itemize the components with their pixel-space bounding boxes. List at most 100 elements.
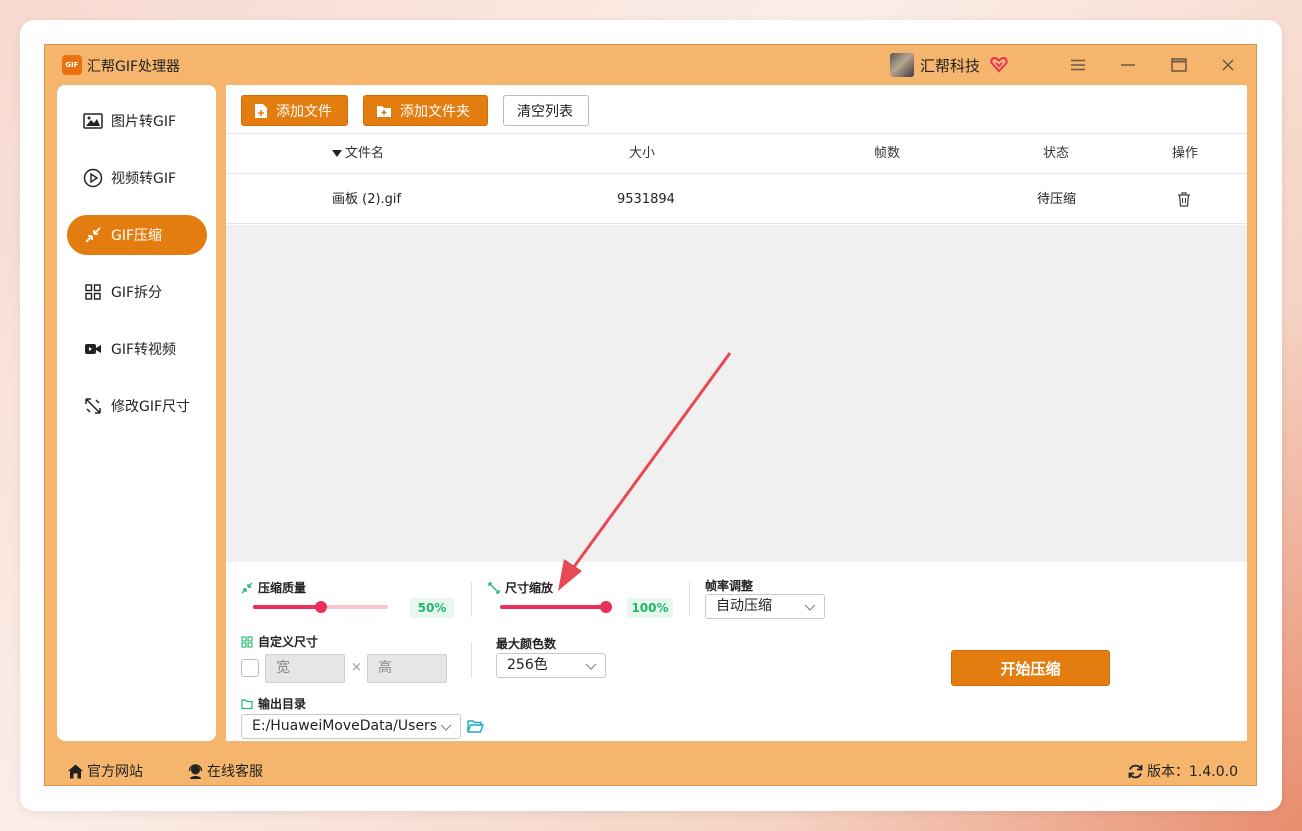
column-header-status[interactable]: 状态 — [1043, 134, 1069, 174]
chevron-down-icon — [585, 663, 597, 670]
support-headset-icon — [188, 763, 203, 779]
sidebar-item-label: GIF压缩 — [111, 228, 163, 244]
sidebar-item-label: 修改GIF尺寸 — [111, 399, 191, 415]
hamburger-icon — [1071, 59, 1085, 71]
quality-slider-handle[interactable] — [314, 601, 327, 613]
online-support-link[interactable]: 在线客服 — [187, 761, 263, 781]
clear-list-button[interactable]: 清空列表 — [503, 95, 589, 126]
output-path: E:/HuaweiMoveData/Users — [252, 718, 438, 734]
table-row[interactable]: 画板 (2).gif 9531894 待压缩 — [226, 175, 1247, 224]
app-window: GIF 汇帮GIF处理器 汇帮科技 图片转GIF 视频转GIF GIF压缩 GI… — [44, 44, 1257, 786]
column-header-name[interactable]: 文件名 — [345, 134, 384, 174]
official-website-link[interactable]: 官方网站 — [67, 761, 143, 781]
version-info[interactable]: 版本：1.4.0.0 — [1127, 761, 1238, 781]
scale-slider-fill — [500, 605, 606, 609]
max-colors-label: 最大颜色数 — [496, 637, 557, 651]
video-camera-icon — [83, 339, 103, 359]
framerate-label-group: 帧率调整 — [705, 577, 753, 594]
grid-small-icon — [241, 635, 253, 648]
sidebar: 图片转GIF 视频转GIF GIF压缩 GIF拆分 GIF转视频 修改GIF尺寸 — [57, 85, 216, 741]
add-file-icon — [255, 103, 267, 118]
chevron-down-icon — [804, 604, 816, 611]
max-colors-label-group: 最大颜色数 — [496, 635, 556, 652]
maximize-icon — [1171, 58, 1187, 72]
trash-icon[interactable] — [1177, 192, 1191, 207]
compress-small-icon — [241, 582, 253, 593]
scale-slider[interactable] — [500, 601, 612, 613]
compress-icon — [83, 225, 103, 245]
scale-label-group: 尺寸缩放 — [488, 579, 553, 596]
custom-size-checkbox[interactable] — [241, 659, 259, 677]
quality-label-group: 压缩质量 — [241, 579, 306, 596]
add-folder-icon — [377, 105, 391, 117]
add-folder-button[interactable]: 添加文件夹 — [363, 95, 488, 126]
times-sign: × — [351, 660, 362, 675]
split-grid-icon — [83, 282, 103, 302]
close-icon — [1222, 59, 1234, 71]
app-logo: GIF — [62, 55, 82, 75]
sidebar-item-label: 视频转GIF — [111, 171, 177, 187]
cell-file-name: 画板 (2).gif — [332, 192, 402, 207]
custom-size-label-group: 自定义尺寸 — [241, 633, 318, 650]
minimize-button[interactable] — [1116, 53, 1140, 77]
start-compress-button[interactable]: 开始压缩 — [951, 650, 1110, 686]
quality-slider[interactable] — [253, 601, 388, 613]
column-header-frames[interactable]: 帧数 — [874, 134, 900, 174]
online-support-label: 在线客服 — [207, 764, 263, 780]
resize-icon — [83, 396, 103, 416]
column-header-action: 操作 — [1172, 146, 1199, 161]
width-input[interactable]: 宽 — [265, 654, 345, 683]
max-colors-selected: 256色 — [507, 657, 548, 673]
framerate-label: 帧率调整 — [705, 579, 754, 593]
open-folder-icon[interactable] — [467, 719, 484, 733]
maximize-button[interactable] — [1167, 53, 1191, 77]
sidebar-item-video-to-gif[interactable]: 视频转GIF — [67, 158, 207, 198]
folder-small-icon — [241, 698, 253, 709]
output-path-select[interactable]: E:/HuaweiMoveData/Users — [241, 714, 461, 739]
add-file-label: 添加文件 — [276, 103, 332, 120]
table-header: 文件名 大小 帧数 状态 操作 — [226, 134, 1247, 174]
divider — [689, 582, 690, 617]
minimize-icon — [1121, 64, 1135, 66]
sort-desc-icon[interactable] — [332, 150, 342, 158]
height-input[interactable]: 高 — [367, 654, 447, 683]
divider — [471, 582, 472, 617]
divider — [471, 642, 472, 678]
play-circle-icon — [83, 168, 103, 188]
close-button[interactable] — [1216, 53, 1240, 77]
quality-value: 50% — [410, 598, 454, 618]
sidebar-item-gif-resize[interactable]: 修改GIF尺寸 — [67, 386, 207, 426]
sidebar-item-gif-compress[interactable]: GIF压缩 — [67, 215, 207, 255]
menu-button[interactable] — [1066, 53, 1090, 77]
scale-label: 尺寸缩放 — [505, 581, 554, 595]
avatar[interactable] — [890, 53, 914, 77]
sidebar-item-label: GIF拆分 — [111, 285, 163, 301]
file-list-empty-area — [226, 225, 1247, 562]
output-label: 输出目录 — [258, 697, 307, 711]
max-colors-select[interactable]: 256色 — [496, 653, 606, 678]
framerate-selected: 自动压缩 — [716, 598, 772, 614]
cell-file-size: 9531894 — [617, 192, 675, 207]
quality-slider-fill — [253, 605, 321, 609]
cell-status: 待压缩 — [1037, 192, 1077, 207]
user-name[interactable]: 汇帮科技 — [920, 55, 980, 76]
settings-panel: 压缩质量 50% 尺寸缩放 100% 帧率调整 自动压缩 自定义尺寸 宽 × 高… — [226, 562, 1247, 741]
sidebar-item-gif-to-video[interactable]: GIF转视频 — [67, 329, 207, 369]
output-label-group: 输出目录 — [241, 695, 306, 712]
main-panel: 添加文件 添加文件夹 清空列表 文件名 大小 帧数 状态 操作 画板 (2).g… — [226, 85, 1247, 741]
scale-slider-handle[interactable] — [600, 601, 612, 613]
image-icon — [83, 111, 103, 131]
sidebar-item-label: GIF转视频 — [111, 342, 177, 358]
title-bar: GIF 汇帮GIF处理器 汇帮科技 — [45, 45, 1256, 85]
add-file-button[interactable]: 添加文件 — [241, 95, 348, 126]
vip-heart-icon[interactable] — [990, 55, 1008, 73]
chevron-down-icon — [440, 724, 452, 731]
sidebar-item-image-to-gif[interactable]: 图片转GIF — [67, 101, 207, 141]
sidebar-item-gif-split[interactable]: GIF拆分 — [67, 272, 207, 312]
refresh-icon — [1128, 764, 1143, 778]
column-header-size[interactable]: 大小 — [629, 134, 655, 174]
home-icon — [68, 764, 83, 778]
add-folder-label: 添加文件夹 — [400, 103, 470, 120]
framerate-select[interactable]: 自动压缩 — [705, 594, 825, 619]
app-title: 汇帮GIF处理器 — [87, 59, 181, 75]
